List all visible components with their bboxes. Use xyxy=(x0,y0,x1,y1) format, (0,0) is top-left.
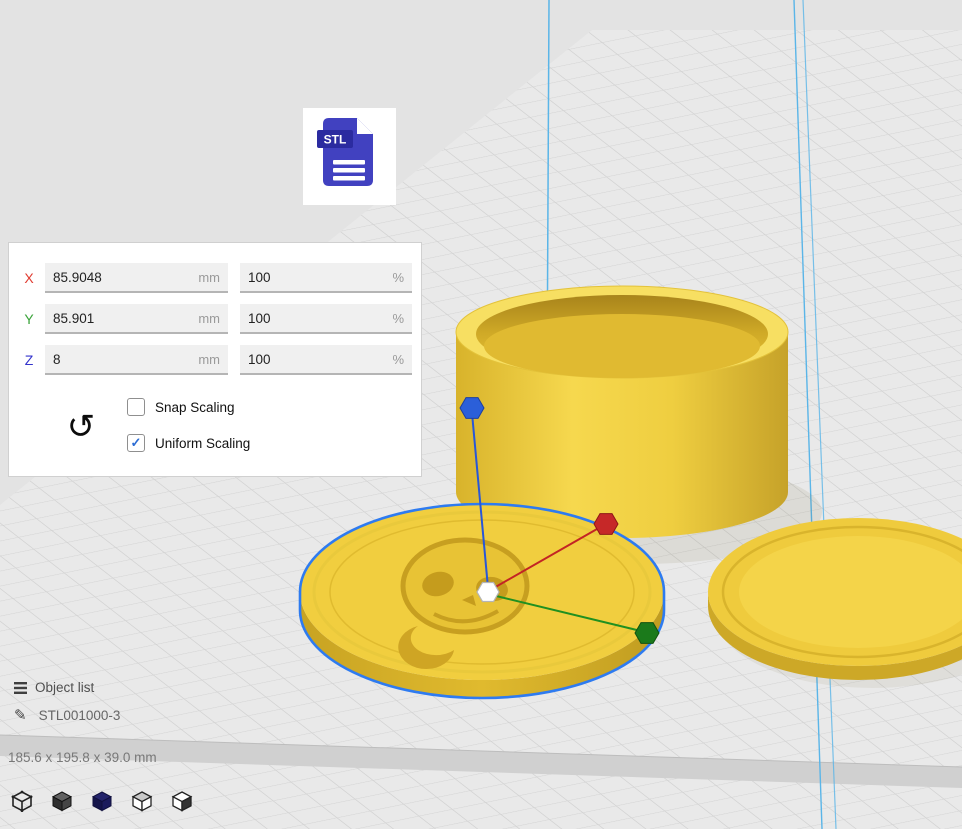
cylinder-model[interactable] xyxy=(456,286,788,538)
document-line xyxy=(333,160,365,165)
scale-y-mm-input[interactable] xyxy=(45,311,198,326)
view-3d-button[interactable] xyxy=(8,786,36,816)
gizmo-center-handle[interactable] xyxy=(477,583,499,602)
object-list-toggle[interactable]: Object list xyxy=(14,680,94,695)
scale-tool-panel: X mm % Y mm % Z mm xyxy=(8,242,422,477)
percent-unit-label: % xyxy=(392,352,412,367)
view-front-icon xyxy=(50,789,74,813)
axis-y-label: Y xyxy=(21,311,37,327)
stl-badge-label: STL xyxy=(324,133,347,147)
view-top-icon xyxy=(90,789,114,813)
object-list-icon xyxy=(14,682,27,694)
scale-z-mm-field: mm xyxy=(45,345,228,375)
axis-x-label: X xyxy=(21,270,37,286)
stl-file-icon: STL xyxy=(303,108,396,205)
scale-row-y: Y mm % xyxy=(21,304,421,334)
object-list-item[interactable]: ✎ STL001000-3 xyxy=(14,706,120,724)
snap-scaling-checkbox[interactable] xyxy=(127,398,145,416)
mm-unit-label: mm xyxy=(198,270,228,285)
snap-scaling-row: Snap Scaling xyxy=(127,398,235,416)
scale-z-percent-input[interactable] xyxy=(240,352,392,367)
document-line xyxy=(333,176,365,181)
snap-scaling-label: Snap Scaling xyxy=(155,400,235,415)
object-list-title: Object list xyxy=(35,680,94,695)
scale-row-x: X mm % xyxy=(21,263,421,293)
scale-z-percent-field: % xyxy=(240,345,412,375)
scale-y-mm-field: mm xyxy=(45,304,228,334)
view-left-button[interactable] xyxy=(128,786,156,816)
view-top-button[interactable] xyxy=(88,786,116,816)
reset-icon: ↺ xyxy=(67,408,96,446)
scale-x-percent-input[interactable] xyxy=(240,270,392,285)
view-right-icon xyxy=(170,789,194,813)
document-fold-icon xyxy=(357,118,373,134)
view-left-icon xyxy=(130,789,154,813)
scale-x-mm-field: mm xyxy=(45,263,228,293)
axis-z-label: Z xyxy=(21,352,37,368)
scale-z-mm-input[interactable] xyxy=(45,352,198,367)
model-dimensions: 185.6 x 195.8 x 39.0 mm xyxy=(8,750,157,765)
mm-unit-label: mm xyxy=(198,311,228,326)
view-3d-icon xyxy=(10,789,34,813)
mm-unit-label: mm xyxy=(198,352,228,367)
camera-view-toolbar xyxy=(8,786,196,816)
uniform-scaling-label: Uniform Scaling xyxy=(155,436,250,451)
model-dimensions-row: 185.6 x 195.8 x 39.0 mm xyxy=(8,750,157,765)
cura-viewport: STL X mm % Y mm % xyxy=(0,0,962,829)
percent-unit-label: % xyxy=(392,270,412,285)
percent-unit-label: % xyxy=(392,311,412,326)
scale-row-z: Z mm % xyxy=(21,345,421,375)
view-right-button[interactable] xyxy=(168,786,196,816)
uniform-scaling-row: ✓ Uniform Scaling xyxy=(127,434,250,452)
scale-y-percent-field: % xyxy=(240,304,412,334)
reset-scale-button[interactable]: ↺ xyxy=(61,405,101,449)
view-front-button[interactable] xyxy=(48,786,76,816)
document-line xyxy=(333,168,365,173)
object-name: STL001000-3 xyxy=(39,708,121,723)
scale-y-percent-input[interactable] xyxy=(240,311,392,326)
pencil-icon: ✎ xyxy=(14,706,27,724)
scale-x-percent-field: % xyxy=(240,263,412,293)
scale-x-mm-input[interactable] xyxy=(45,270,198,285)
check-icon: ✓ xyxy=(131,435,142,451)
uniform-scaling-checkbox[interactable]: ✓ xyxy=(127,434,145,452)
